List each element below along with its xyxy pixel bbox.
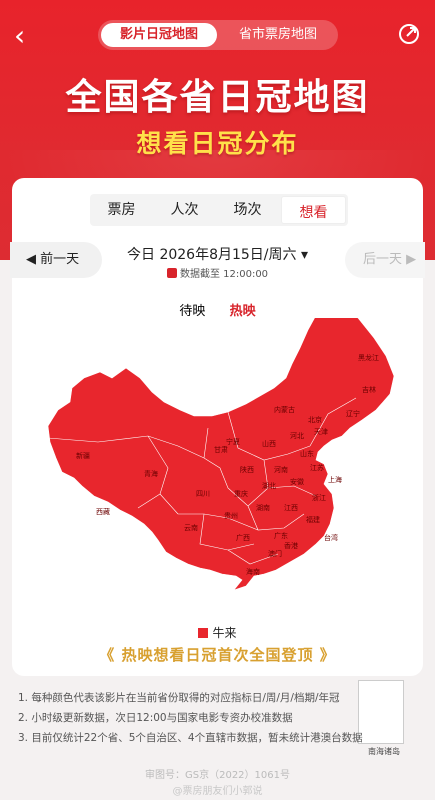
map-label-liaoning: 辽宁	[346, 409, 360, 418]
note-1: 1. 每种颜色代表该影片在当前省份取得的对应指标日/周/月/档期/年冠	[18, 692, 340, 704]
tab-screenings[interactable]: 场次	[216, 194, 279, 226]
date-selector[interactable]: 今日 2026年8月15日/周六 ▾	[112, 244, 323, 264]
note-3: 3. 目前仅统计22个省、5个自治区、4个直辖市数据，暂未统计港澳台数据	[18, 732, 363, 744]
map-label-guangxi: 广西	[236, 533, 250, 542]
map-label-chongqing: 重庆	[234, 489, 248, 498]
map-label-tibet: 西藏	[96, 507, 110, 516]
map-label-zhejiang: 浙江	[312, 493, 326, 502]
tab-viewers[interactable]: 人次	[153, 194, 216, 226]
map-label-hunan: 湖南	[256, 503, 270, 512]
map-approval-number: 审图号：GS京（2022）1061号	[145, 770, 290, 781]
tab-boxoffice[interactable]: 票房	[90, 194, 153, 226]
legend-label: 牛来	[212, 626, 237, 640]
map-label-inner-mongolia: 内蒙古	[274, 405, 295, 414]
metric-tabs: 票房 人次 场次 想看	[90, 194, 348, 226]
china-map: 新疆 西藏 青海 甘肃 内蒙古 黑龙江 吉林 辽宁 北京 天津 河北 山西 山东…	[28, 303, 408, 756]
map-label-jilin: 吉林	[362, 385, 376, 394]
tab-showing[interactable]: 热映	[230, 304, 256, 319]
map-label-tianjin: 天津	[314, 428, 328, 436]
clock-icon	[166, 268, 177, 278]
map-label-guangdong: 广东	[274, 531, 288, 540]
map-label-heilongjiang: 黑龙江	[358, 353, 379, 362]
tab-want-to-see[interactable]: 想看	[281, 196, 346, 224]
tab-upcoming[interactable]: 待映	[179, 304, 205, 319]
share-icon[interactable]	[397, 22, 421, 46]
china-map-shape	[47, 303, 395, 591]
map-label-shanghai: 上海	[328, 475, 342, 484]
note-2: 2. 小时级更新数据，次日12:00与国家电影专资办校准数据	[18, 712, 293, 724]
map-label-shandong: 山东	[300, 449, 314, 458]
timestamp-text: 数据截至 12:00:00	[179, 269, 269, 280]
map-label-macau: 澳门	[268, 549, 282, 558]
map-type-switch: 影片日冠地图 省市票房地图	[98, 20, 338, 50]
map-label-fujian: 福建	[306, 515, 320, 524]
tab-province-boxoffice-map[interactable]: 省市票房地图	[222, 23, 334, 47]
map-label-ningxia: 宁夏	[226, 437, 240, 446]
prev-day-button[interactable]: ◀ 前一天	[10, 242, 102, 278]
map-label-shaanxi: 陕西	[240, 465, 254, 474]
map-label-gansu: 甘肃	[214, 445, 228, 454]
map-label-anhui: 安徽	[290, 477, 304, 486]
map-label-hebei: 河北	[290, 432, 304, 440]
map-label-guizhou: 贵州	[224, 511, 238, 520]
map-label-henan: 河南	[274, 465, 288, 474]
tab-daily-champion-map[interactable]: 影片日冠地图	[101, 23, 217, 47]
map-label-hubei: 湖北	[262, 481, 276, 490]
watermark: @票房朋友们小郭说	[172, 786, 263, 797]
footnotes: 1. 每种颜色代表该影片在当前省份取得的对应指标日/周/月/档期/年冠 2. 小…	[18, 688, 423, 748]
map-label-shanxi: 山西	[262, 439, 276, 448]
map-label-yunnan: 云南	[184, 523, 198, 532]
map-label-jiangsu: 江苏	[310, 463, 324, 472]
map-label-beijing: 北京	[308, 415, 322, 424]
map-label-taiwan: 台湾	[324, 533, 338, 542]
data-timestamp: 数据截至 12:00:00	[112, 265, 323, 280]
next-day-button[interactable]: 后一天 ▶	[345, 242, 425, 278]
release-status-tabs: 待映 热映	[12, 300, 423, 319]
map-label-hainan: 海南	[246, 567, 260, 576]
back-chevron-icon[interactable]: ‹	[14, 22, 42, 50]
map-label-xinjiang: 新疆	[76, 451, 90, 460]
map-label-jiangxi: 江西	[284, 504, 298, 512]
page-title: 全国各省日冠地图	[65, 77, 370, 118]
map-label-hongkong: 香港	[284, 541, 298, 550]
map-label-sichuan: 四川	[196, 490, 210, 498]
champion-banner: 《 热映想看日冠首次全国登顶 》	[99, 646, 336, 664]
page-subtitle: 想看日冠分布	[136, 129, 299, 158]
legend-swatch	[198, 628, 209, 638]
map-card: 票房 人次 场次 想看 ◀ 前一天 后一天 ▶ 今日 2026年8月15日/周六…	[10, 178, 425, 756]
map-legend: 牛来	[12, 624, 423, 641]
map-label-qinghai: 青海	[144, 469, 158, 478]
